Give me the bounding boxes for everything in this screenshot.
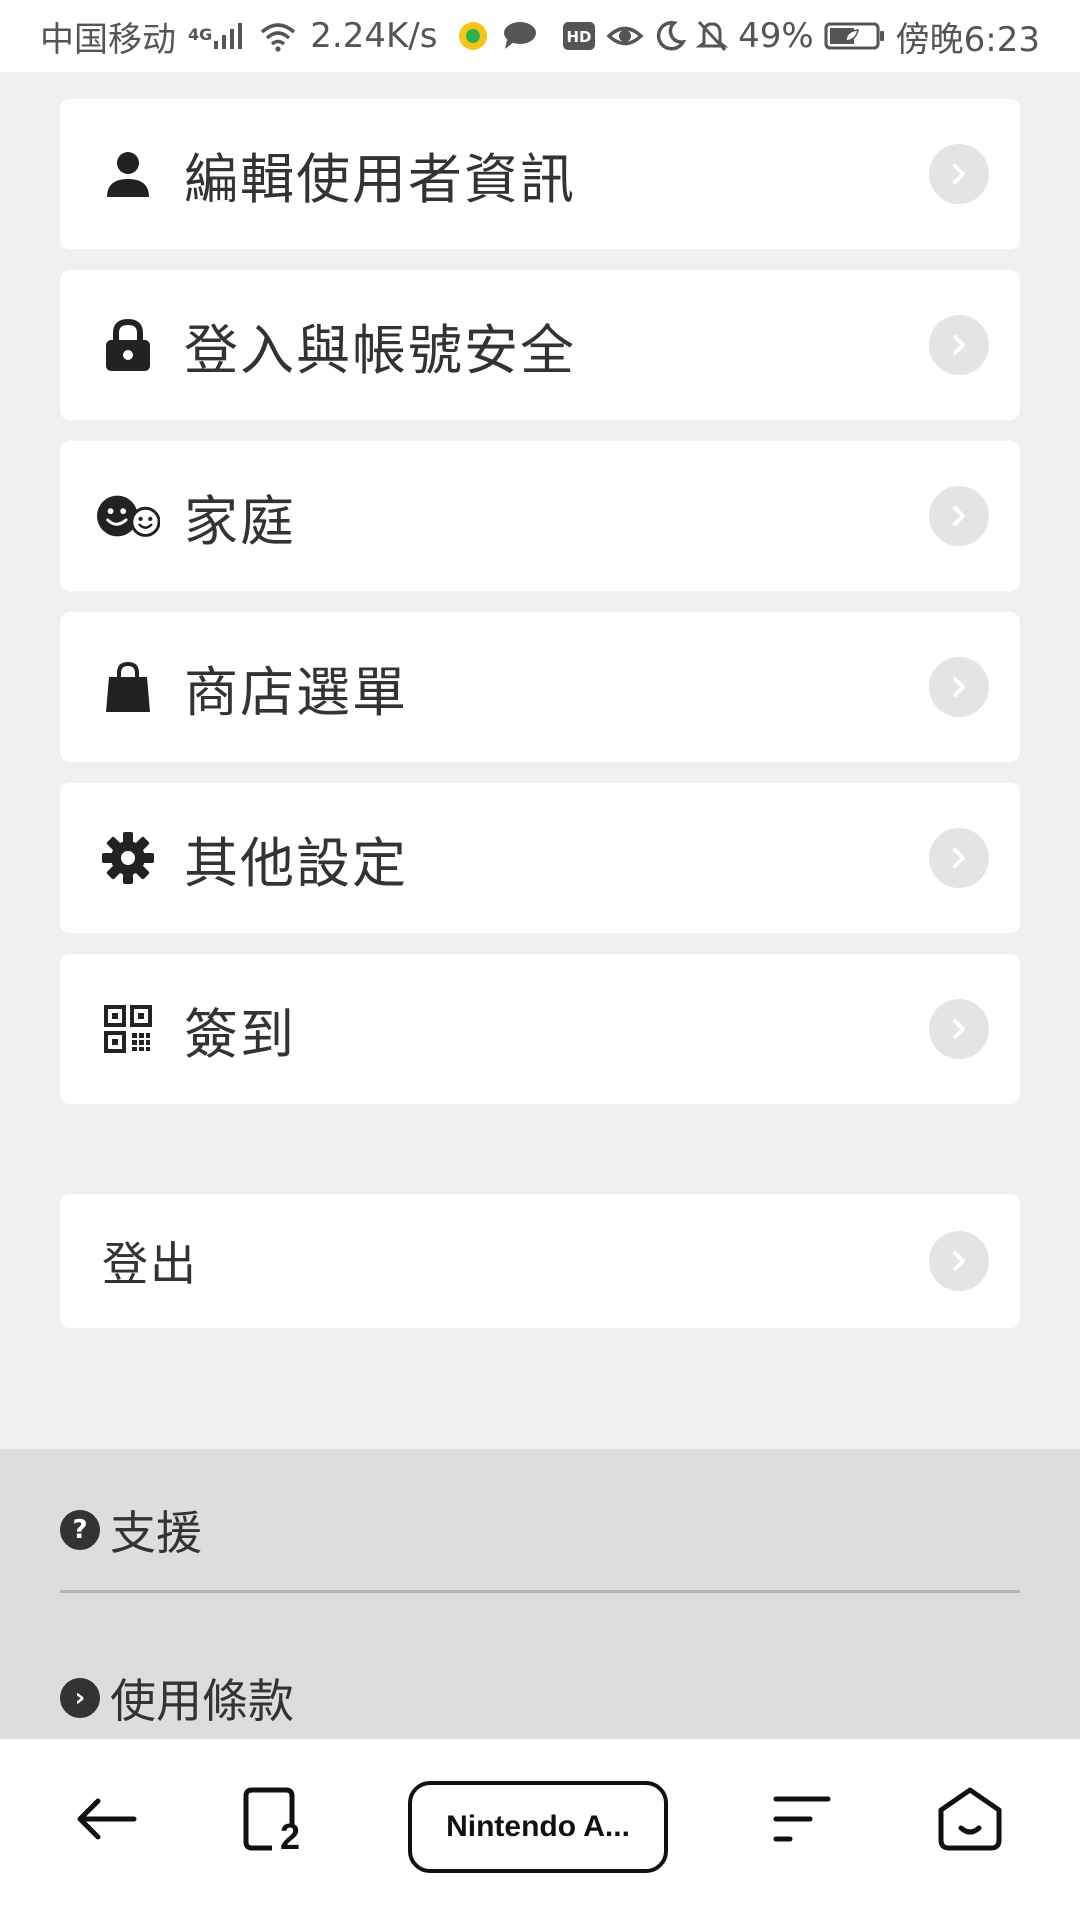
menu-item-label: 登入與帳號安全 [184,318,576,382]
user-icon [96,142,160,206]
chevron-right-icon [929,657,989,717]
support-link[interactable]: ? 支援 [60,1497,202,1563]
menu-lines-icon [772,1793,832,1849]
menu-item-check-in[interactable]: 簽到 [60,954,1020,1104]
chevron-right-icon [929,315,989,375]
menu-item-label: 商店選單 [184,660,408,724]
family-faces-icon [96,484,160,548]
menu-item-label: 編輯使用者資訊 [184,147,576,211]
shopping-bag-icon [96,655,160,719]
help-circle-icon: ? [60,1510,100,1550]
bell-off-icon [696,19,729,53]
terms-label: 使用條款 [110,1674,294,1728]
menu-button[interactable] [762,1781,842,1861]
network-speed: 2.24K/s [310,16,438,56]
chevron-circle-icon: › [60,1678,100,1718]
network-type-label: 4G [188,25,213,44]
chevron-right-icon [929,828,989,888]
home-icon [937,1786,1003,1856]
menu-item-label: 家庭 [184,489,296,553]
home-button[interactable] [930,1781,1010,1861]
tabs-button[interactable]: 2 [232,1781,322,1861]
chevron-right-icon [929,999,989,1059]
menu-item-family[interactable]: 家庭 [60,441,1020,591]
eye-icon [606,21,644,51]
footer-divider [60,1590,1020,1593]
battery-percent: 49% [738,16,814,56]
clock: 傍晚6:23 [895,19,1040,60]
qr-code-icon [96,997,160,1061]
svg-text:HD: HD [567,28,592,46]
qq-music-icon [457,20,489,52]
tabs-icon: 2 [242,1786,312,1857]
menu-item-other-settings[interactable]: 其他設定 [60,783,1020,933]
hd-icon: HD [562,21,596,51]
chevron-right-icon [929,144,989,204]
menu-item-label: 其他設定 [184,831,408,895]
account-menu: 編輯使用者資訊 登入與帳號安全 家庭 商店選單 其他設定 簽到 [60,99,1020,1125]
tab-count: 2 [280,1816,301,1857]
battery-icon [824,21,886,51]
chat-bubble-icon [501,20,537,52]
support-label: 支援 [110,1506,202,1560]
back-button[interactable] [66,1781,146,1861]
menu-item-shop-menu[interactable]: 商店選單 [60,612,1020,762]
carrier-label: 中国移动 [40,19,176,60]
chevron-right-icon [929,1231,989,1291]
gear-icon [96,826,160,890]
status-bar: 中国移动 4G 2.24K/s HD 49% 傍晚6:23 [0,0,1080,72]
wifi-icon [258,20,298,52]
menu-item-edit-user-info[interactable]: 編輯使用者資訊 [60,99,1020,249]
browser-bottom-nav: 2 Nintendo A... [0,1739,1080,1920]
chevron-right-icon [929,486,989,546]
menu-item-label: 簽到 [184,1002,296,1066]
moon-icon [654,20,687,52]
logout-label: 登出 [102,1237,198,1291]
lock-icon [96,313,160,377]
terms-link[interactable]: › 使用條款 [60,1665,294,1731]
arrow-left-icon [74,1795,138,1847]
current-tab-title[interactable]: Nintendo A... [408,1781,668,1873]
menu-item-login-security[interactable]: 登入與帳號安全 [60,270,1020,420]
logout-button[interactable]: 登出 [60,1194,1020,1328]
footer: ? 支援 › 使用條款 [0,1449,1080,1739]
signal-icon: 4G [188,21,246,51]
